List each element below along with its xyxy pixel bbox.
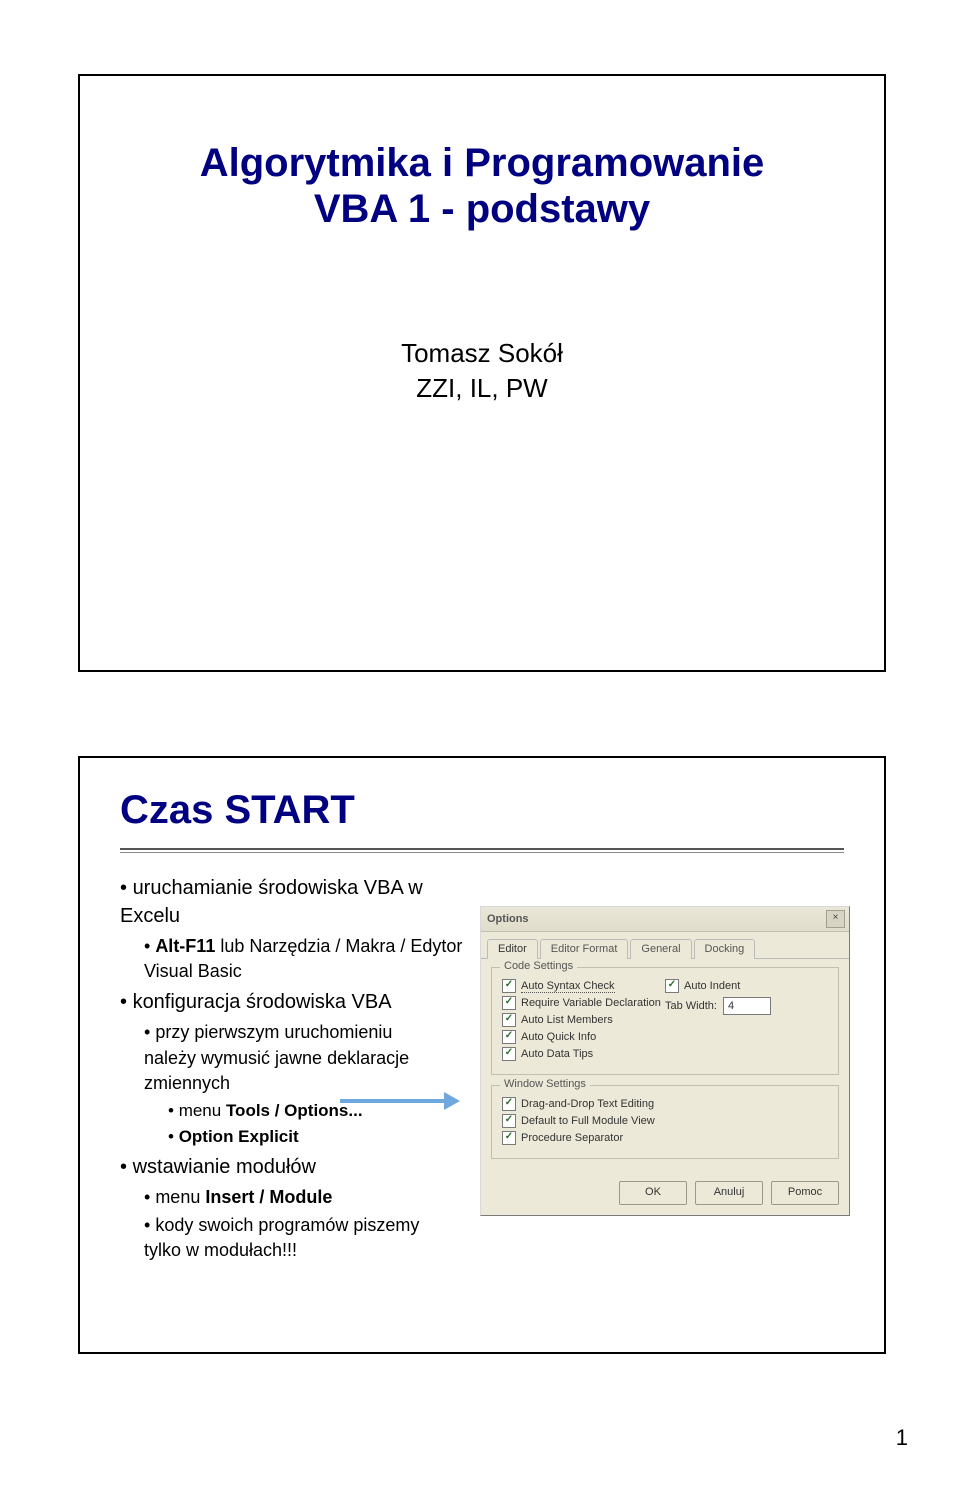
checkbox-icon: ✓ (502, 1114, 516, 1128)
chk-auto-data-tips-label: Auto Data Tips (521, 1048, 593, 1060)
options-dialog: Options × Editor Editor Format General D… (480, 906, 850, 1216)
checkbox-icon: ✓ (502, 979, 516, 993)
tab-width-label: Tab Width: (665, 1000, 717, 1012)
dialog-buttons: OK Anuluj Pomoc (481, 1177, 849, 1215)
bullet-option-explicit: Option Explicit (168, 1125, 480, 1149)
slide1-affiliation: ZZI, IL, PW (416, 373, 547, 403)
checkbox-icon: ✓ (502, 1097, 516, 1111)
option-explicit-bold: Option Explicit (179, 1127, 299, 1146)
slide1-title-line2: VBA 1 - podstawy (314, 187, 650, 231)
chk-auto-quick-label: Auto Quick Info (521, 1031, 596, 1043)
chk-auto-list-label: Auto List Members (521, 1014, 613, 1026)
bullet-konfiguracja: konfiguracja środowiska VBA (120, 988, 480, 1016)
slide-2: Czas START uruchamianie środowiska VBA w… (78, 756, 886, 1354)
page-number: 1 (896, 1425, 908, 1451)
bullet-uruchamianie: uruchamianie środowiska VBA w Excelu (120, 874, 480, 930)
chk-drag-drop-label: Drag-and-Drop Text Editing (521, 1098, 654, 1110)
chk-full-module-label: Default to Full Module View (521, 1115, 655, 1127)
ok-button[interactable]: OK (619, 1181, 687, 1205)
slide2-title: Czas START (120, 788, 355, 833)
code-settings-fieldset: Code Settings ✓ Auto Syntax Check ✓ Requ… (491, 967, 839, 1075)
tab-editor[interactable]: Editor (487, 939, 538, 959)
menu-prefix-1: menu (179, 1101, 226, 1120)
bullet-kody: kody swoich programów piszemy tylko w mo… (144, 1213, 444, 1263)
checkbox-icon: ✓ (502, 1131, 516, 1145)
tab-general[interactable]: General (630, 939, 691, 959)
tab-width-row: Tab Width: 4 (665, 997, 828, 1015)
bullet-insert-module: menu Insert / Module (144, 1185, 480, 1210)
dialog-tabs: Editor Editor Format General Docking (481, 932, 849, 959)
slide2-title-underline (120, 848, 844, 853)
window-settings-fieldset: Window Settings ✓ Drag-and-Drop Text Edi… (491, 1085, 839, 1159)
chk-auto-quick[interactable]: ✓ Auto Quick Info (502, 1030, 665, 1044)
close-icon[interactable]: × (826, 910, 845, 928)
window-settings-legend: Window Settings (500, 1078, 590, 1090)
altf11-label: Alt-F11 (155, 936, 215, 956)
slide1-subtitle: Tomasz Sokół ZZI, IL, PW (130, 336, 834, 406)
slide2-bullets: uruchamianie środowiska VBA w Excelu Alt… (120, 870, 480, 1266)
slide1-author: Tomasz Sokół (401, 338, 563, 368)
slide-1: Algorytmika i Programowanie VBA 1 - pods… (78, 74, 886, 672)
cancel-button[interactable]: Anuluj (695, 1181, 763, 1205)
checkbox-icon: ✓ (502, 1013, 516, 1027)
tab-docking[interactable]: Docking (694, 939, 756, 959)
chk-proc-sep[interactable]: ✓ Procedure Separator (502, 1131, 828, 1145)
chk-require-variable[interactable]: ✓ Require Variable Declaration (502, 996, 665, 1010)
bullet-pierwszym: przy pierwszym uruchomieniu należy wymus… (144, 1020, 444, 1096)
chk-auto-list[interactable]: ✓ Auto List Members (502, 1013, 665, 1027)
menu-prefix-2: menu (155, 1187, 205, 1207)
checkbox-icon: ✓ (502, 996, 516, 1010)
dialog-body: Code Settings ✓ Auto Syntax Check ✓ Requ… (481, 959, 849, 1177)
bullet-wstawianie: wstawianie modułów (120, 1153, 480, 1181)
tab-editor-format[interactable]: Editor Format (540, 939, 629, 959)
chk-full-module[interactable]: ✓ Default to Full Module View (502, 1114, 828, 1128)
slide1-title: Algorytmika i Programowanie VBA 1 - pods… (130, 140, 834, 232)
arrow-icon (340, 1092, 460, 1110)
chk-auto-data-tips[interactable]: ✓ Auto Data Tips (502, 1047, 665, 1061)
chk-auto-syntax-label: Auto Syntax Check (521, 980, 615, 993)
chk-auto-indent-label: Auto Indent (684, 980, 740, 992)
chk-auto-indent[interactable]: ✓ Auto Indent (665, 979, 828, 993)
bullet-pierwszym-text: przy pierwszym uruchomieniu należy wymus… (144, 1022, 409, 1092)
chk-proc-sep-label: Procedure Separator (521, 1132, 623, 1144)
slide1-title-line1: Algorytmika i Programowanie (200, 141, 765, 185)
chk-auto-syntax[interactable]: ✓ Auto Syntax Check (502, 979, 665, 993)
bullet-altf11: Alt-F11 lub Narzędzia / Makra / Edytor V… (144, 934, 480, 984)
checkbox-icon: ✓ (502, 1030, 516, 1044)
tab-width-input[interactable]: 4 (723, 997, 771, 1015)
dialog-titlebar: Options × (481, 907, 849, 932)
dialog-title: Options (487, 913, 529, 925)
chk-drag-drop[interactable]: ✓ Drag-and-Drop Text Editing (502, 1097, 828, 1111)
checkbox-icon: ✓ (502, 1047, 516, 1061)
chk-require-variable-label: Require Variable Declaration (521, 997, 661, 1009)
code-settings-legend: Code Settings (500, 960, 577, 972)
help-button[interactable]: Pomoc (771, 1181, 839, 1205)
insert-module-bold: Insert / Module (205, 1187, 332, 1207)
checkbox-icon: ✓ (665, 979, 679, 993)
